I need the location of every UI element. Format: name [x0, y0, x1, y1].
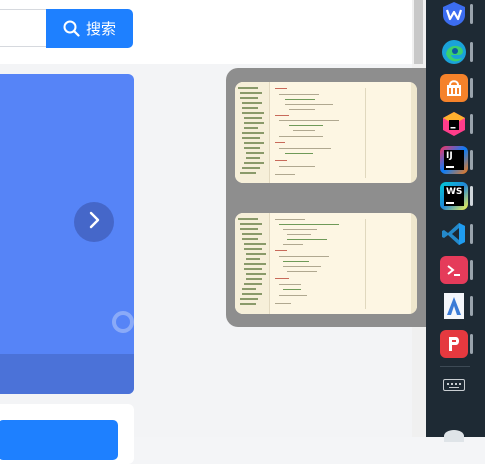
- content-card: [0, 404, 134, 464]
- running-indicator: [470, 334, 473, 354]
- search-input[interactable]: [0, 9, 46, 47]
- search-button-label: 搜索: [85, 20, 116, 38]
- taskbar-divider: [440, 366, 470, 367]
- intellij-idea-bar: [446, 166, 454, 168]
- card-action-button[interactable]: [0, 420, 118, 460]
- running-indicator: [470, 260, 473, 280]
- editor-scroll-gutter: [411, 82, 417, 183]
- running-indicator: [470, 42, 473, 62]
- wps-presentation-icon[interactable]: [440, 330, 468, 358]
- active-indicator: [470, 186, 473, 206]
- jetbrains-toolbox-icon[interactable]: [440, 110, 468, 138]
- running-indicator: [470, 296, 473, 316]
- webstorm-icon[interactable]: WS: [440, 182, 468, 210]
- search-button[interactable]: 搜索: [46, 9, 133, 48]
- vscode-icon[interactable]: [440, 220, 468, 248]
- arc-app-icon[interactable]: [440, 292, 468, 320]
- keyboard-icon[interactable]: [443, 379, 465, 391]
- scrollbar-thumb[interactable]: [414, 0, 423, 64]
- window-preview-popup: [226, 68, 438, 327]
- webstorm-bar: [446, 202, 454, 204]
- running-indicator: [470, 150, 473, 170]
- page-header: 搜索: [0, 0, 412, 64]
- carousel-indicator[interactable]: [112, 311, 134, 333]
- system-tray-icon[interactable]: [444, 430, 464, 442]
- carousel-banner[interactable]: [0, 74, 134, 394]
- intellij-idea-icon[interactable]: IJ: [440, 146, 468, 174]
- intellij-idea-inner: IJ: [444, 150, 464, 170]
- wps-icon[interactable]: [440, 0, 468, 28]
- chevron-right-icon: [86, 211, 102, 233]
- carousel-next-button[interactable]: [74, 202, 114, 242]
- running-indicator: [470, 4, 473, 24]
- search-icon: [63, 20, 80, 37]
- edge-icon[interactable]: [440, 38, 468, 66]
- window-thumbnail-2[interactable]: [235, 213, 417, 314]
- terminal-icon[interactable]: [440, 256, 468, 284]
- webstorm-label: WS: [446, 187, 463, 197]
- running-indicator: [470, 224, 473, 244]
- project-tree: [235, 213, 270, 314]
- store-bag-icon[interactable]: [440, 74, 468, 102]
- running-indicator: [470, 114, 473, 134]
- intellij-idea-label: IJ: [446, 151, 453, 161]
- webstorm-inner: WS: [444, 186, 464, 206]
- editor-scroll-gutter: [411, 213, 417, 314]
- taskbar: IJ WS: [426, 0, 485, 442]
- running-indicator: [470, 78, 473, 98]
- project-tree: [235, 82, 270, 183]
- window-thumbnail-1[interactable]: [235, 82, 417, 183]
- carousel-caption-bar: [0, 354, 134, 394]
